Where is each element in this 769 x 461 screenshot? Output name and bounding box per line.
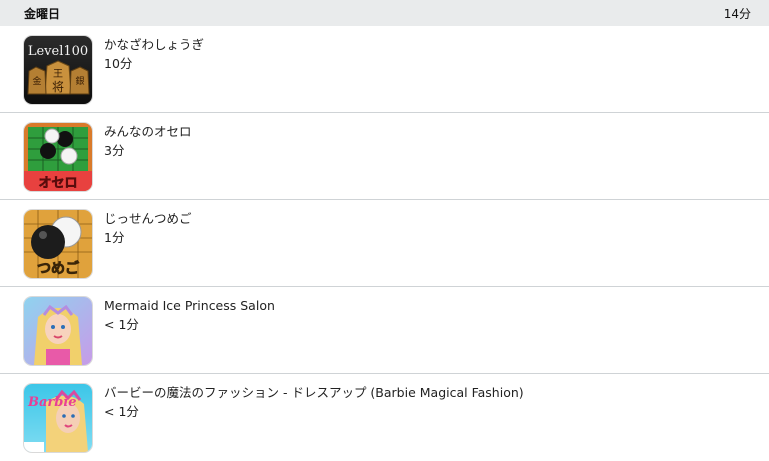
app-row[interactable]: Barbie バービーの魔法のファッション - ドレスアップ (Barbie M… [0, 374, 769, 461]
app-name: かなざわしょうぎ [104, 37, 205, 52]
app-name: Mermaid Ice Princess Salon [104, 298, 275, 313]
app-usage-time: < 1分 [104, 317, 139, 332]
icon-barbie-logo-text: Barbie [27, 395, 77, 410]
icon-level-text: Level100 [28, 44, 88, 59]
svg-text:金: 金 [32, 75, 41, 87]
app-usage-time: 10分 [104, 56, 133, 71]
day-header: 金曜日 14分 [0, 0, 769, 26]
app-usage-time: < 1分 [104, 404, 139, 419]
app-row[interactable]: Level100 王 将 金 銀 かなざわしょうぎ 10分 [0, 26, 769, 113]
day-title: 金曜日 [24, 6, 61, 21]
app-name: じっせんつめご [104, 211, 192, 226]
icon-othello-text: オセロ [38, 176, 77, 191]
app-row[interactable]: オセロ みんなのオセロ 3分 [0, 113, 769, 200]
app-usage-list: Level100 王 将 金 銀 かなざわしょうぎ 10分 オセロ みんなのオセ… [0, 26, 769, 461]
svg-text:将: 将 [52, 80, 64, 94]
minna-no-othello-icon: オセロ [24, 123, 92, 191]
day-total-time: 14分 [723, 6, 751, 21]
app-row[interactable]: Mermaid Ice Princess Salon < 1分 [0, 287, 769, 374]
icon-tsumego-text: つめご [37, 260, 80, 277]
app-usage-time: 1分 [104, 230, 125, 245]
app-row[interactable]: つめご じっせんつめご 1分 [0, 200, 769, 287]
mermaid-princess-icon [24, 297, 92, 365]
app-usage-time: 3分 [104, 143, 125, 158]
app-name: みんなのオセロ [104, 124, 192, 139]
app-name: バービーの魔法のファッション - ドレスアップ (Barbie Magical … [104, 385, 524, 400]
kanazawa-shogi-icon: Level100 王 将 金 銀 [24, 36, 92, 104]
svg-text:王: 王 [53, 69, 63, 80]
svg-text:銀: 銀 [75, 75, 84, 87]
barbie-fashion-icon: Barbie [24, 384, 92, 452]
jissen-tsumego-icon: つめご [24, 210, 92, 278]
